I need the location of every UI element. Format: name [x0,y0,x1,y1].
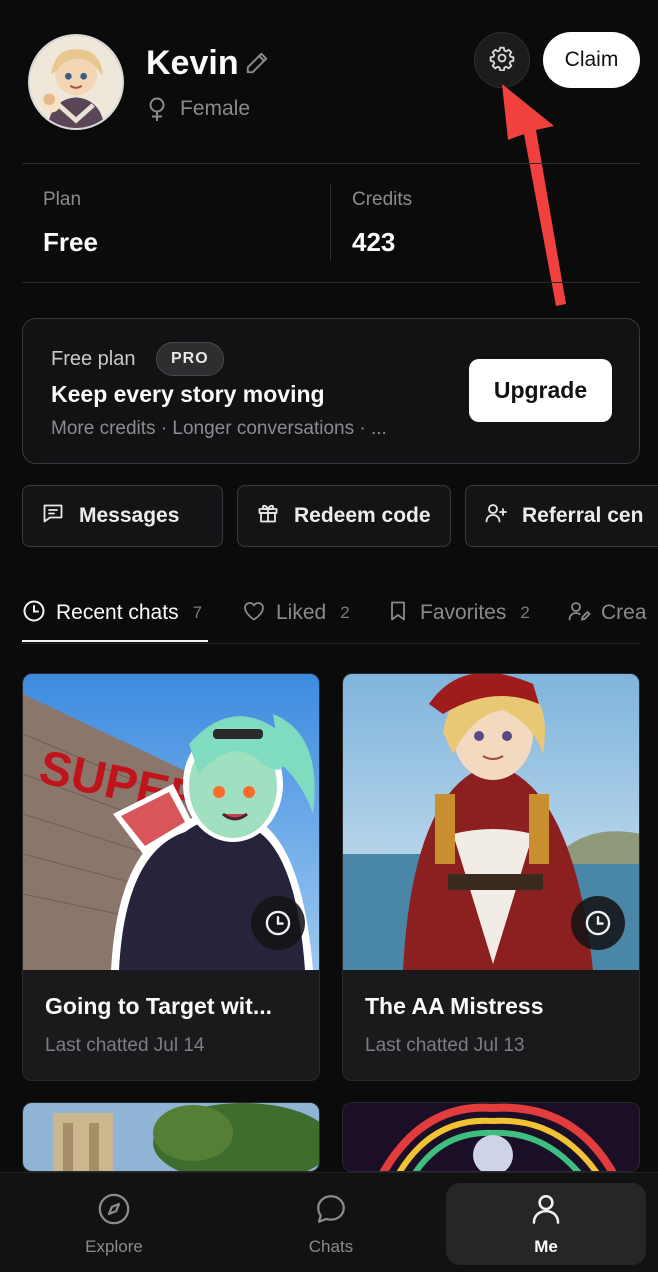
gear-icon [489,45,515,76]
chat-card-title: Going to Target wit... [45,993,273,1019]
tab-favorites[interactable]: Favorites 2 [386,592,530,634]
plan-card-subtitle: More credits · Longer conversations · ..… [51,418,387,439]
nav-me[interactable]: Me [446,1183,646,1265]
pencil-icon[interactable] [244,50,270,76]
chat-card[interactable] [342,1102,640,1172]
claim-button[interactable]: Claim [543,32,640,88]
pro-badge: PRO [156,342,224,376]
messages-button[interactable]: Messages [22,485,223,547]
tab-count: 7 [192,603,203,622]
recent-badge [251,896,305,950]
user-edit-icon [567,599,591,628]
plan-label: Plan [43,189,82,210]
chat-card-image [343,674,639,970]
gift-icon [256,501,280,531]
chat-card-image: SUPER [23,674,319,970]
plan-value: Free [43,227,98,257]
tab-label: Recent chats [56,601,179,624]
nav-chats[interactable]: Chats [231,1183,431,1265]
profile-gender: Female [180,97,251,120]
active-tab-indicator [22,640,208,642]
chat-card-image [23,1103,319,1171]
quick-actions: Messages Redeem code Referral cen [22,485,658,548]
nav-label: Explore [85,1236,143,1256]
heart-icon [242,599,266,628]
avatar[interactable] [28,34,124,130]
credits-value: 423 [352,227,396,257]
plan-card-title: Free plan [51,348,136,370]
action-label: Referral cen [522,504,644,527]
redeem-code-button[interactable]: Redeem code [237,485,451,547]
action-label: Redeem code [294,504,431,527]
stats-separator [330,185,331,261]
chat-bubble-icon [314,1192,348,1231]
nav-label: Me [534,1236,558,1256]
tab-label: Crea [601,601,647,624]
user-icon [529,1192,563,1231]
chat-card[interactable]: The AA Mistress Last chatted Jul 13 [342,673,640,1081]
profile-page: Kevin Female Claim Plan Free Credits 423… [0,0,658,1272]
compass-icon [97,1192,131,1231]
nav-label: Chats [308,1236,354,1256]
nav-explore[interactable]: Explore [14,1183,214,1265]
clock-icon [584,909,612,937]
recent-badge [571,896,625,950]
divider [22,282,640,283]
tab-liked[interactable]: Liked 2 [242,592,350,634]
plan-card: Free plan PRO Keep every story moving Mo… [22,318,640,464]
content-tabs: Recent chats 7 Liked 2 Favorites 2 Crea [22,592,658,644]
chat-card-subtitle: Last chatted Jul 13 [365,1035,525,1056]
annotation-arrow [502,84,566,306]
plan-card-heading: Keep every story moving [51,381,325,407]
credits-label: Credits [352,189,413,210]
clock-icon [264,909,292,937]
female-symbol-icon [146,96,168,122]
chat-card[interactable]: SUPER Going to Target wit... Last chatte… [22,673,320,1081]
profile-name: Kevin [146,44,239,82]
tab-label: Favorites [420,601,507,624]
settings-button[interactable] [474,32,530,88]
bookmark-icon [386,599,410,628]
bottom-navigation: Explore Chats Me [0,1172,658,1272]
clock-icon [22,599,46,628]
tab-recent-chats[interactable]: Recent chats 7 [22,592,202,634]
chat-card[interactable] [22,1102,320,1172]
referral-center-button[interactable]: Referral cen [465,485,658,547]
message-square-icon [41,501,65,531]
tab-count: 2 [520,603,530,622]
tabs-divider [22,643,640,644]
chat-card-title: The AA Mistress [365,993,544,1019]
chat-card-subtitle: Last chatted Jul 14 [45,1035,205,1056]
divider [22,163,640,164]
user-plus-icon [484,501,508,531]
tab-created[interactable]: Crea [567,592,647,634]
action-label: Messages [79,504,180,527]
tab-count: 2 [340,603,350,622]
upgrade-button[interactable]: Upgrade [469,359,612,422]
tab-label: Liked [276,601,327,624]
chat-card-image [343,1103,639,1171]
